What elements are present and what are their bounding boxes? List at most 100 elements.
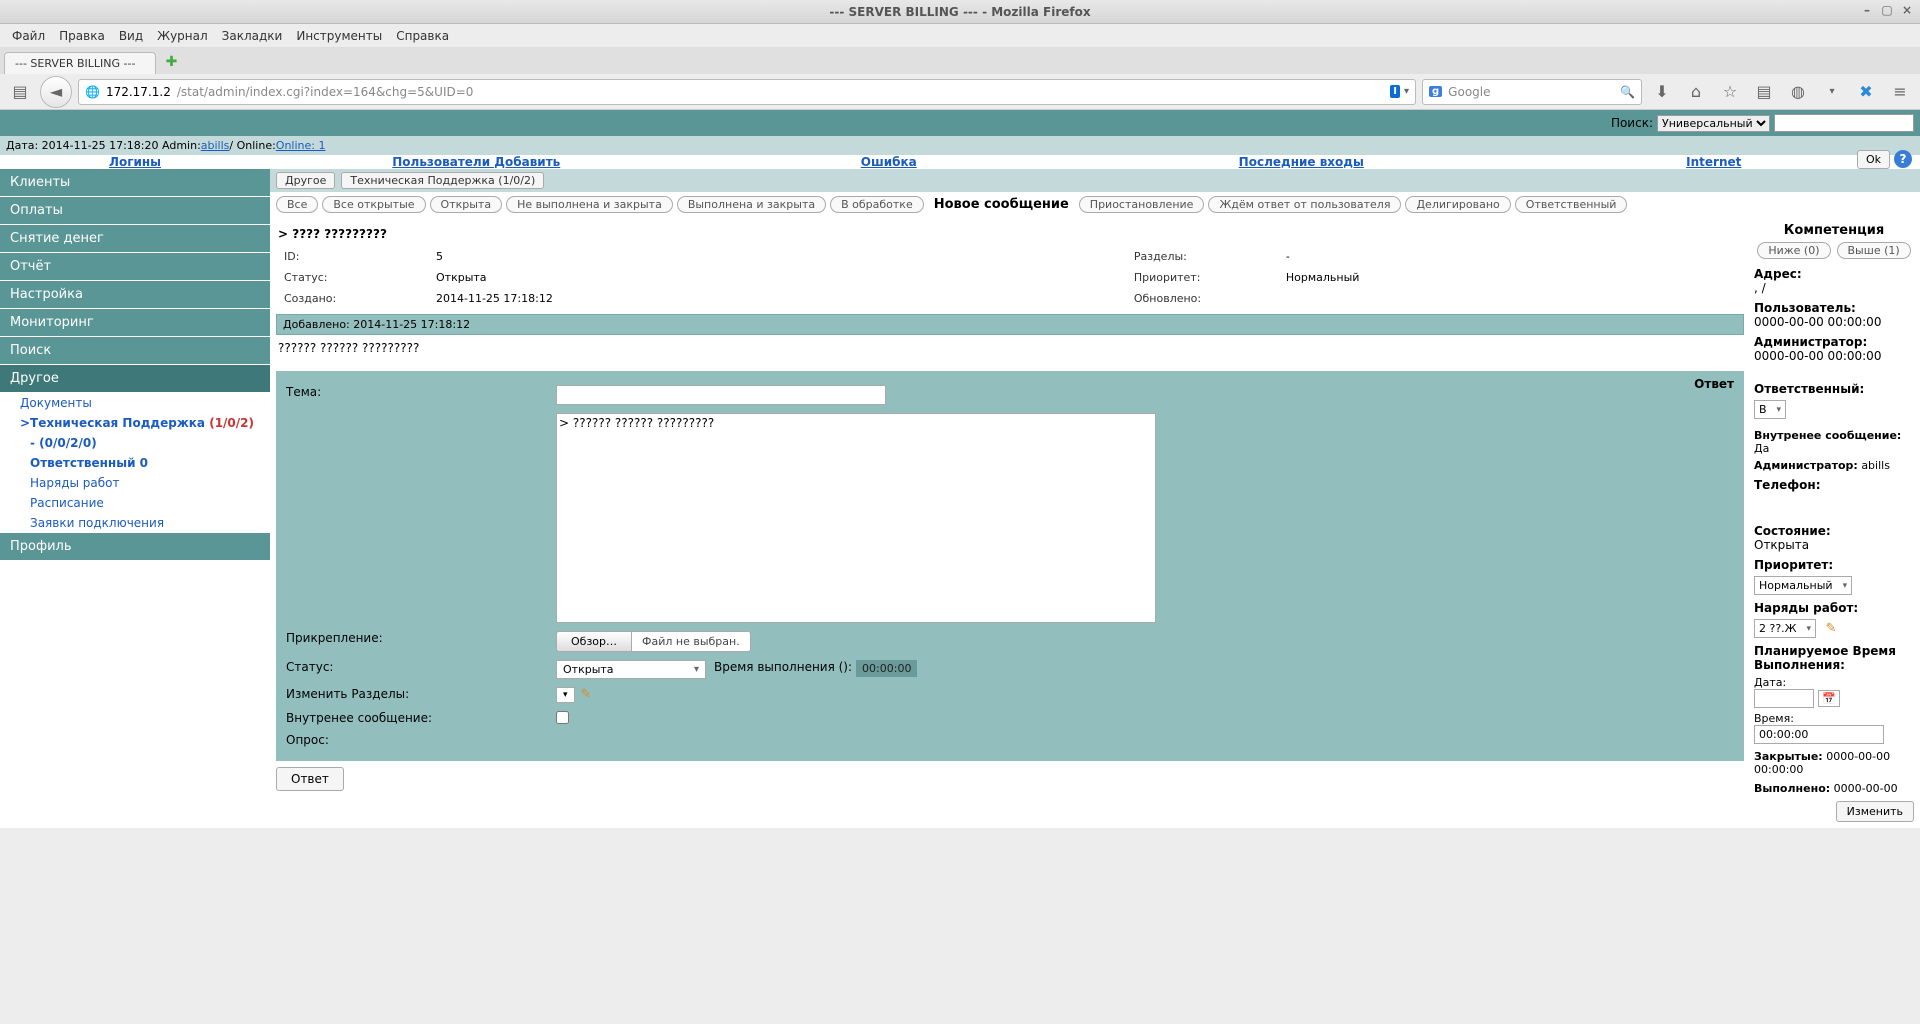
window-maximize-icon[interactable]: ▢ bbox=[1880, 3, 1894, 17]
subject-label: Тема: bbox=[286, 385, 556, 399]
filter-notdone-closed[interactable]: Не выполнена и закрыта bbox=[506, 196, 673, 213]
competence-title: Компетенция bbox=[1754, 223, 1914, 238]
sub-schedule[interactable]: Расписание bbox=[30, 496, 104, 510]
reply-status-label: Статус: bbox=[286, 660, 556, 674]
back-button[interactable]: ◄ bbox=[40, 76, 72, 108]
sub-dash[interactable]: - (0/0/2/0) bbox=[30, 436, 97, 450]
chevron-down-icon[interactable]: ▾ bbox=[1404, 86, 1409, 97]
addon-icon[interactable]: ◍ bbox=[1784, 78, 1812, 106]
url-info-badge[interactable]: I bbox=[1390, 85, 1400, 98]
sidebar-item-monitoring[interactable]: Мониторинг bbox=[0, 309, 270, 337]
hamburger-menu-icon[interactable]: ≡ bbox=[1886, 78, 1914, 106]
sidebar-item-withdraw[interactable]: Снятие денег bbox=[0, 225, 270, 253]
ok-button[interactable]: Ok bbox=[1857, 150, 1890, 169]
calendar-icon[interactable]: 📅 bbox=[1818, 690, 1840, 707]
help-icon[interactable]: ? bbox=[1894, 150, 1912, 168]
filter-done-closed[interactable]: Выполнена и закрыта bbox=[677, 196, 826, 213]
time-input[interactable] bbox=[1754, 725, 1884, 744]
bookmarks-list-icon[interactable]: ▤ bbox=[1750, 78, 1778, 106]
admin2-value: abills bbox=[1861, 459, 1890, 472]
sidebar-item-settings[interactable]: Настройка bbox=[0, 281, 270, 309]
sub-techsupport[interactable]: >Техническая Поддержка (1/0/2) bbox=[20, 416, 254, 430]
sidebar-item-profile[interactable]: Профиль bbox=[0, 533, 270, 561]
downloads-icon[interactable]: ⬇ bbox=[1648, 78, 1676, 106]
window-minimize-icon[interactable]: – bbox=[1860, 3, 1874, 17]
infobar-sep: / Online: bbox=[229, 139, 275, 152]
sections-select[interactable]: ▾ bbox=[556, 687, 575, 703]
search-type-select[interactable]: Универсальный bbox=[1657, 115, 1770, 132]
date-input[interactable] bbox=[1754, 689, 1814, 708]
bookmark-star-icon[interactable]: ☆ bbox=[1716, 78, 1744, 106]
priority-label: Приоритет: bbox=[1128, 268, 1278, 287]
workorders-select[interactable]: 2 ??.Ж bbox=[1754, 619, 1816, 638]
side-priority-select[interactable]: Нормальный bbox=[1754, 576, 1852, 595]
extension-icon[interactable]: ✖ bbox=[1852, 78, 1880, 106]
filter-all[interactable]: Все bbox=[276, 196, 318, 213]
workorders-label: Наряды работ: bbox=[1754, 601, 1914, 615]
ticket-side-panel: Компетенция Ниже (0) Выше (1) Адрес: , /… bbox=[1754, 223, 1914, 822]
main-wrap: Клиенты Оплаты Снятие денег Отчёт Настро… bbox=[0, 169, 1920, 828]
chevron-down-icon[interactable]: ▾ bbox=[1818, 78, 1846, 106]
filter-delegated[interactable]: Делигировано bbox=[1405, 196, 1510, 213]
created-value: 2014-11-25 17:18:12 bbox=[430, 289, 1126, 308]
filter-processing[interactable]: В обработке bbox=[830, 196, 924, 213]
reply-submit-button[interactable]: Ответ bbox=[276, 767, 344, 791]
admin2-label: Администратор: bbox=[1754, 459, 1858, 472]
bookmarks-sidebar-icon[interactable]: ▤ bbox=[6, 78, 34, 106]
filter-all-open[interactable]: Все открытые bbox=[322, 196, 425, 213]
infobar-date: Дата: 2014-11-25 17:18:20 Admin: bbox=[6, 139, 201, 152]
change-button[interactable]: Изменить bbox=[1836, 801, 1914, 822]
sidebar-item-report[interactable]: Отчёт bbox=[0, 253, 270, 281]
planned-time-label: Планируемое Время Выполнения: bbox=[1754, 644, 1914, 672]
tab-techsupport[interactable]: Техническая Поддержка (1/0/2) bbox=[341, 172, 544, 189]
reply-panel-title: Ответ bbox=[1694, 377, 1734, 391]
filter-open[interactable]: Открыта bbox=[430, 196, 503, 213]
reply-textarea[interactable] bbox=[556, 413, 1156, 623]
menu-tools[interactable]: Инструменты bbox=[290, 26, 388, 46]
browse-button[interactable]: Обзор… bbox=[556, 631, 632, 652]
browser-tab[interactable]: --- SERVER BILLING --- bbox=[4, 52, 156, 74]
sidebar-item-clients[interactable]: Клиенты bbox=[0, 169, 270, 197]
sub-responsible[interactable]: Ответственный 0 bbox=[30, 456, 148, 470]
updated-label: Обновлено: bbox=[1128, 289, 1278, 308]
firefox-tabbar: --- SERVER BILLING --- ✚ bbox=[0, 48, 1920, 74]
filter-waiting[interactable]: Ждём ответ от пользователя bbox=[1208, 196, 1401, 213]
subject-input[interactable] bbox=[556, 385, 886, 405]
filter-responsible[interactable]: Ответственный bbox=[1515, 196, 1628, 213]
filter-suspend[interactable]: Приостановление bbox=[1079, 196, 1205, 213]
infobar-online-link[interactable]: Online: 1 bbox=[276, 139, 326, 152]
infobar-admin-link[interactable]: abills bbox=[201, 139, 230, 152]
tab-other[interactable]: Другое bbox=[276, 172, 335, 189]
menu-history[interactable]: Журнал bbox=[151, 26, 214, 46]
higher-button[interactable]: Выше (1) bbox=[1837, 242, 1911, 259]
search-icon[interactable]: 🔍 bbox=[1620, 85, 1635, 99]
new-tab-button[interactable]: ✚ bbox=[160, 52, 182, 72]
search-input[interactable] bbox=[1774, 114, 1914, 132]
sub-workorders[interactable]: Наряды работ bbox=[30, 476, 120, 490]
edit-icon[interactable]: ✎ bbox=[1826, 621, 1837, 636]
url-path: /stat/admin/index.cgi?index=164&chg=5&UI… bbox=[177, 85, 474, 99]
sub-connections[interactable]: Заявки подключения bbox=[30, 516, 164, 530]
sidebar-item-payments[interactable]: Оплаты bbox=[0, 197, 270, 225]
window-close-icon[interactable]: × bbox=[1900, 3, 1914, 17]
sub-documents[interactable]: Документы bbox=[20, 396, 92, 410]
menu-view[interactable]: Вид bbox=[113, 26, 149, 46]
home-icon[interactable]: ⌂ bbox=[1682, 78, 1710, 106]
search-bar[interactable]: g Google 🔍 bbox=[1422, 79, 1642, 105]
menu-edit[interactable]: Правка bbox=[53, 26, 111, 46]
reply-status-select[interactable]: Открыта bbox=[556, 660, 706, 679]
lower-button[interactable]: Ниже (0) bbox=[1757, 242, 1830, 259]
responsible-select[interactable]: В bbox=[1754, 400, 1786, 419]
internal-msg-checkbox[interactable] bbox=[556, 711, 569, 724]
id-value: 5 bbox=[430, 247, 1126, 266]
file-chooser[interactable]: Обзор… Файл не выбран. bbox=[556, 631, 751, 652]
url-host: 172.17.1.2 bbox=[106, 85, 171, 99]
edit-icon[interactable]: ✎ bbox=[581, 687, 592, 702]
menu-bookmarks[interactable]: Закладки bbox=[216, 26, 289, 46]
sidebar-item-other[interactable]: Другое bbox=[0, 365, 270, 393]
firefox-navbar: ▤ ◄ 🌐 172.17.1.2/stat/admin/index.cgi?in… bbox=[0, 74, 1920, 110]
menu-help[interactable]: Справка bbox=[390, 26, 455, 46]
url-bar[interactable]: 🌐 172.17.1.2/stat/admin/index.cgi?index=… bbox=[78, 79, 1416, 105]
menu-file[interactable]: Файл bbox=[6, 26, 51, 46]
sidebar-item-search[interactable]: Поиск bbox=[0, 337, 270, 365]
